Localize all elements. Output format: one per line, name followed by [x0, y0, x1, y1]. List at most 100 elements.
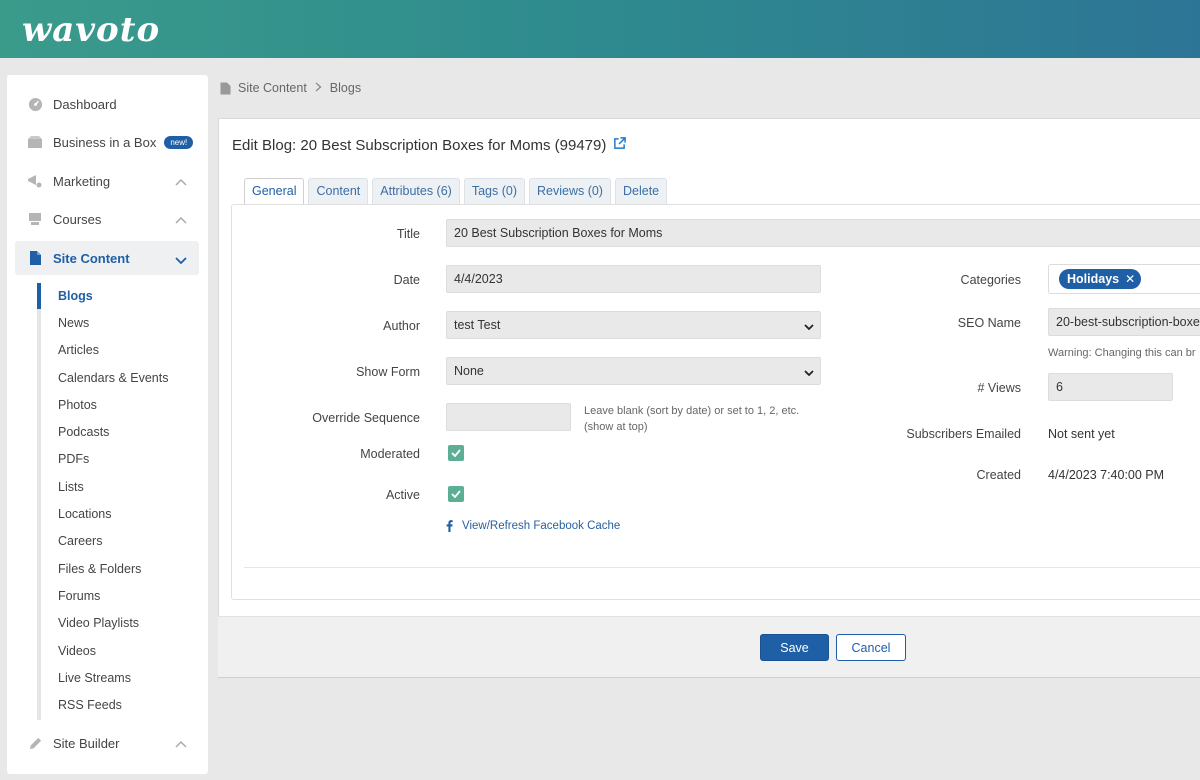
divider [244, 567, 1200, 568]
tab-attributes[interactable]: Attributes (6) [372, 178, 460, 204]
pencil-icon [27, 735, 43, 751]
submenu-item-video-playlists[interactable]: Video Playlists [58, 612, 139, 634]
edit-blog-card: Edit Blog: 20 Best Subscription Boxes fo… [218, 118, 1200, 678]
sidebar-item-courses[interactable]: Courses [15, 202, 199, 236]
submenu-rail [37, 283, 41, 720]
sidebar-item-business-in-a-box[interactable]: Business in a Box new! [15, 125, 199, 159]
moderated-checkbox[interactable] [448, 445, 464, 461]
subscribers-emailed-label: Subscribers Emailed [906, 427, 1021, 441]
tab-reviews[interactable]: Reviews (0) [528, 178, 611, 204]
seo-name-label: SEO Name [957, 316, 1021, 330]
override-help-line-1: Leave blank (sort by date) or set to 1, … [584, 405, 800, 417]
override-sequence-help: Leave blank (sort by date) or set to 1, … [584, 403, 799, 435]
breadcrumb: Site Content Blogs [220, 79, 361, 97]
sidebar-item-site-builder[interactable]: Site Builder [15, 726, 199, 760]
category-chip-holidays: Holidays ✕ [1059, 269, 1142, 289]
facebook-cache-link[interactable]: View/Refresh Facebook Cache [446, 520, 620, 532]
show-form-select[interactable]: None [446, 357, 821, 385]
chevron-down-icon[interactable] [175, 253, 187, 268]
submenu-item-live-streams[interactable]: Live Streams [58, 667, 131, 689]
sidebar-item-label: Courses [53, 211, 102, 227]
cancel-button[interactable]: Cancel [836, 634, 906, 661]
sidebar: Dashboard Business in a Box new! Marketi… [7, 75, 208, 774]
active-checkbox[interactable] [448, 486, 464, 502]
submenu-item-photos[interactable]: Photos [58, 394, 97, 416]
submenu-item-lists[interactable]: Lists [58, 476, 84, 498]
facebook-icon [446, 520, 453, 532]
submenu-item-videos[interactable]: Videos [58, 640, 96, 662]
views-input[interactable]: 6 [1048, 373, 1173, 401]
override-sequence-input[interactable] [446, 403, 571, 431]
new-badge: new! [164, 135, 194, 149]
submenu-item-locations[interactable]: Locations [58, 503, 112, 525]
submenu-item-news[interactable]: News [58, 312, 89, 334]
sidebar-item-label: Site Builder [53, 735, 120, 751]
breadcrumb-site-content[interactable]: Site Content [238, 81, 307, 95]
author-selected-value: test Test [454, 318, 501, 332]
megaphone-icon [27, 173, 43, 189]
chevron-up-icon[interactable] [175, 174, 187, 189]
tab-general[interactable]: General [244, 178, 305, 205]
submenu-item-files-folders[interactable]: Files & Folders [58, 558, 141, 580]
sidebar-item-label: Business in a Box [53, 134, 157, 150]
title-label: Title [396, 227, 420, 241]
tab-tags[interactable]: Tags (0) [463, 178, 525, 204]
close-icon[interactable]: ✕ [1125, 272, 1135, 286]
chevron-up-icon[interactable] [175, 736, 187, 751]
top-header: wavoto [0, 0, 1200, 58]
sidebar-item-label: Marketing [53, 173, 111, 189]
date-input[interactable]: 4/4/2023 [446, 265, 821, 293]
submenu-item-pdfs[interactable]: PDFs [58, 448, 89, 470]
save-button[interactable]: Save [760, 634, 829, 661]
tab-content[interactable]: Content [308, 178, 369, 204]
facebook-cache-link-text: View/Refresh Facebook Cache [462, 520, 621, 532]
submenu-item-podcasts[interactable]: Podcasts [58, 421, 109, 443]
sidebar-item-label: Dashboard [53, 96, 117, 112]
chevron-down-icon [804, 366, 814, 380]
checkmark-icon [451, 490, 461, 498]
box-icon [27, 134, 43, 150]
page-title: Edit Blog: 20 Best Subscription Boxes fo… [232, 137, 627, 154]
categories-label: Categories [960, 273, 1021, 287]
document-icon [220, 82, 231, 95]
chevron-up-icon[interactable] [175, 212, 187, 227]
sidebar-item-site-content[interactable]: Site Content [15, 241, 199, 275]
title-input[interactable]: 20 Best Subscription Boxes for Moms [446, 219, 1200, 247]
sidebar-item-marketing[interactable]: Marketing [15, 164, 199, 198]
submenu-item-rss-feeds[interactable]: RSS Feeds [58, 694, 122, 716]
active-label: Active [385, 488, 420, 502]
chevron-down-icon [804, 320, 814, 334]
category-chip-label: Holidays [1067, 272, 1120, 286]
show-form-selected-value: None [454, 364, 484, 378]
override-sequence-label: Override Sequence [312, 411, 420, 425]
breadcrumb-blogs[interactable]: Blogs [330, 81, 361, 95]
created-value: 4/4/2023 7:40:00 PM [1048, 468, 1165, 482]
show-form-label: Show Form [356, 365, 420, 379]
subscribers-emailed-value: Not sent yet [1048, 427, 1115, 441]
moderated-label: Moderated [360, 447, 420, 461]
form-footer: Save Cancel [218, 616, 1200, 678]
author-select[interactable]: test Test [446, 311, 821, 339]
views-label: # Views [977, 381, 1021, 395]
submenu-item-blogs[interactable]: Blogs [58, 285, 93, 307]
wavoto-logo[interactable]: wavoto [22, 10, 160, 50]
external-link-icon[interactable] [613, 137, 627, 154]
chevron-right-icon [315, 81, 322, 95]
general-form-panel: Title 20 Best Subscription Boxes for Mom… [231, 204, 1200, 600]
document-icon [27, 250, 43, 266]
submenu-item-forums[interactable]: Forums [58, 585, 100, 607]
submenu-item-careers[interactable]: Careers [58, 530, 102, 552]
tab-delete[interactable]: Delete [614, 178, 668, 204]
categories-input[interactable]: Holidays ✕ [1048, 264, 1200, 294]
tab-bar: General Content Attributes (6) Tags (0) … [244, 178, 671, 205]
seo-name-warning: Warning: Changing this can br [1048, 347, 1196, 359]
seo-name-input[interactable]: 20-best-subscription-boxes [1048, 308, 1200, 336]
sidebar-item-label: Site Content [53, 250, 130, 266]
submenu-item-articles[interactable]: Articles [58, 339, 99, 361]
created-label: Created [976, 468, 1021, 482]
submenu-item-calendars-events[interactable]: Calendars & Events [58, 367, 168, 389]
gauge-icon [27, 96, 43, 112]
page-title-text: Edit Blog: 20 Best Subscription Boxes fo… [232, 137, 607, 154]
sidebar-item-dashboard[interactable]: Dashboard [15, 87, 199, 121]
date-label: Date [393, 273, 420, 287]
